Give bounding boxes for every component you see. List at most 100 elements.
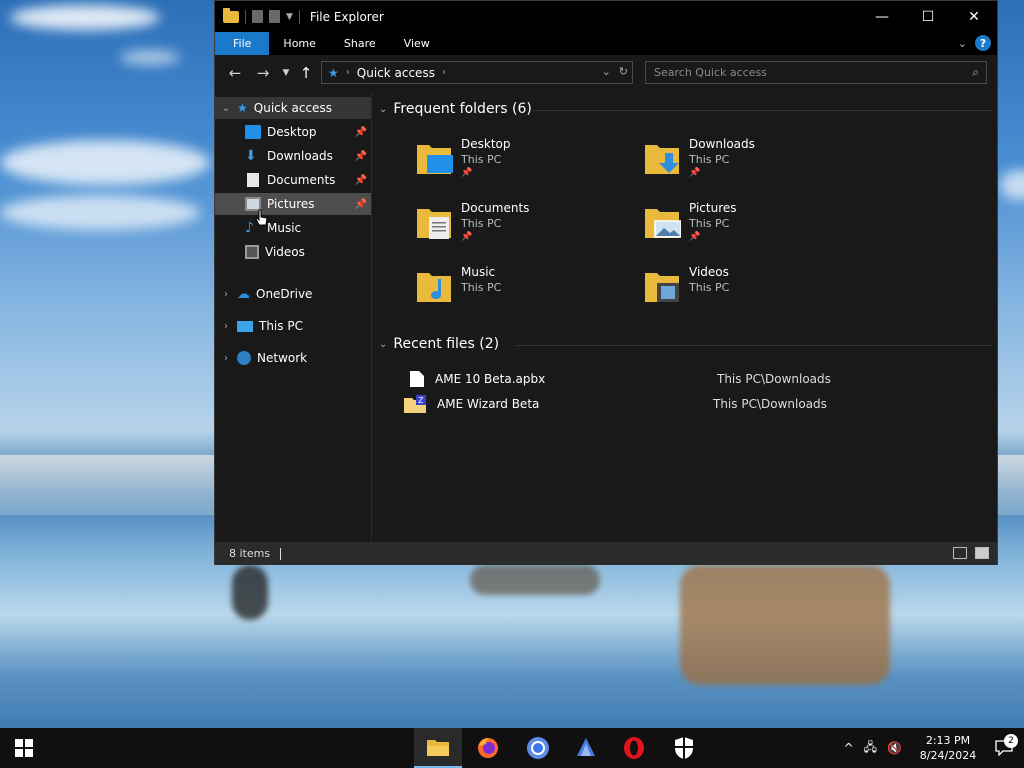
taskbar-chrome[interactable] <box>514 728 562 768</box>
navigation-bar: ← → ▼ ↑ ★ › Quick access › ⌄ ↻ ⌕ <box>215 55 997 91</box>
nav-label: Downloads <box>267 149 333 163</box>
nav-label: This PC <box>259 319 303 333</box>
folder-tile-music[interactable]: Music This PC <box>415 263 635 319</box>
taskbar-opera[interactable] <box>610 728 658 768</box>
app-icon <box>577 738 595 756</box>
nav-item-pictures[interactable]: Pictures 📌 <box>215 193 371 215</box>
title-bar[interactable]: ▼ File Explorer — ☐ ✕ <box>215 1 997 32</box>
minimize-button[interactable]: — <box>859 1 905 32</box>
chevron-down-icon[interactable]: ⌄ <box>379 339 387 350</box>
music-folder-icon <box>417 273 451 302</box>
chrome-icon <box>527 737 549 759</box>
security-icon <box>675 737 693 759</box>
folder-location: This PC <box>461 153 502 166</box>
search-icon[interactable]: ⌕ <box>972 65 979 80</box>
folder-tile-downloads[interactable]: Downloads This PC 📌 <box>643 135 863 191</box>
chevron-down-icon[interactable]: ⌄ <box>379 104 387 115</box>
taskbar-file-explorer[interactable] <box>414 728 462 768</box>
nav-label: Pictures <box>267 197 315 211</box>
new-folder-icon[interactable] <box>269 10 280 23</box>
window-title: File Explorer <box>309 9 384 24</box>
folder-name: Downloads <box>689 137 755 151</box>
clock[interactable]: 2:13 PM 8/24/2024 <box>912 733 984 763</box>
recent-locations-icon[interactable]: ▼ <box>277 68 295 78</box>
address-bar[interactable]: ★ › Quick access › ⌄ ↻ <box>321 61 633 84</box>
nav-this-pc[interactable]: › This PC <box>215 315 371 337</box>
pin-icon: 📌 <box>354 150 367 162</box>
clock-time: 2:13 PM <box>925 734 971 747</box>
up-arrow-icon[interactable]: ↑ <box>295 64 317 82</box>
mouse-cursor-icon <box>255 209 269 227</box>
address-path[interactable]: Quick access <box>357 66 435 80</box>
toolbar-divider <box>245 9 246 24</box>
pin-icon: 📌 <box>354 174 367 186</box>
search-box[interactable]: ⌕ <box>645 61 987 84</box>
properties-icon[interactable] <box>252 10 263 23</box>
taskbar-security[interactable] <box>660 728 708 768</box>
back-arrow-icon[interactable]: ← <box>221 64 249 82</box>
nav-onedrive[interactable]: › ☁ OneDrive <box>215 283 371 305</box>
expand-ribbon-icon[interactable]: ⌄ <box>958 37 967 50</box>
close-button[interactable]: ✕ <box>951 1 997 32</box>
tab-file[interactable]: File <box>215 32 270 55</box>
taskbar-firefox[interactable] <box>464 728 512 768</box>
taskbar-app[interactable] <box>562 728 610 768</box>
network-icon <box>237 351 251 365</box>
nav-network[interactable]: › Network <box>215 347 371 369</box>
large-icons-view-icon[interactable] <box>975 547 989 559</box>
folder-tile-documents[interactable]: Documents This PC 📌 <box>415 199 635 255</box>
file-explorer-icon <box>427 740 449 756</box>
nav-quick-access[interactable]: ⌄ ★ Quick access <box>215 97 371 119</box>
windows-logo-icon <box>15 739 33 757</box>
nav-label: Documents <box>267 173 336 187</box>
recent-files-header[interactable]: ⌄ Recent files (2) <box>379 336 499 352</box>
folder-name: Music <box>461 265 496 279</box>
notification-count-badge: 2 <box>1004 734 1018 748</box>
show-hidden-icons-icon[interactable]: ^ <box>844 741 854 755</box>
nav-item-videos[interactable]: Videos <box>215 241 371 263</box>
tab-view[interactable]: View <box>390 32 444 55</box>
chevron-right-icon[interactable]: › <box>215 289 237 300</box>
chevron-right-icon[interactable]: › <box>215 353 237 364</box>
documents-icon <box>247 173 259 187</box>
chevron-down-icon[interactable]: ⌄ <box>215 103 237 114</box>
network-status-icon[interactable]: 🖧 <box>864 738 877 759</box>
star-icon: ★ <box>237 101 248 115</box>
nav-item-desktop[interactable]: Desktop 📌 <box>215 121 371 143</box>
customize-toolbar-icon[interactable]: ▼ <box>286 12 293 22</box>
computer-icon <box>237 320 253 332</box>
recent-file-row[interactable]: Z AME Wizard Beta This PC\Downloads <box>403 393 963 415</box>
section-divider <box>515 345 993 346</box>
address-dropdown-icon[interactable]: ⌄ <box>602 65 611 78</box>
search-input[interactable] <box>646 62 956 83</box>
folder-tile-desktop[interactable]: Desktop This PC 📌 <box>415 135 635 191</box>
chevron-right-icon[interactable]: › <box>215 321 237 332</box>
nav-label: OneDrive <box>256 287 313 301</box>
help-button[interactable]: ? <box>975 35 991 51</box>
start-button[interactable] <box>0 728 48 768</box>
volume-muted-icon[interactable]: 🔇 <box>887 741 902 755</box>
chevron-right-icon[interactable]: › <box>442 67 446 78</box>
refresh-icon[interactable]: ↻ <box>619 65 628 78</box>
nav-label: Quick access <box>253 101 332 115</box>
forward-arrow-icon[interactable]: → <box>249 64 277 82</box>
documents-folder-icon <box>417 209 451 239</box>
notification-center-button[interactable]: 2 <box>984 734 1024 756</box>
nav-item-downloads[interactable]: ⬇ Downloads 📌 <box>215 145 371 167</box>
tab-home[interactable]: Home <box>269 32 329 55</box>
zip-folder-icon: Z <box>404 395 426 413</box>
nav-label: Videos <box>265 245 305 259</box>
folder-tile-pictures[interactable]: Pictures This PC 📌 <box>643 199 863 255</box>
nav-item-music[interactable]: ♪ Music <box>215 217 371 239</box>
folder-tile-videos[interactable]: Videos This PC <box>643 263 863 319</box>
maximize-button[interactable]: ☐ <box>905 1 951 32</box>
tab-share[interactable]: Share <box>330 32 390 55</box>
details-view-icon[interactable] <box>953 547 967 559</box>
file-icon <box>410 371 424 387</box>
frequent-folders-header[interactable]: ⌄ Frequent folders (6) <box>379 101 532 117</box>
recent-file-row[interactable]: AME 10 Beta.apbx This PC\Downloads <box>409 368 969 390</box>
toolbar-divider <box>298 9 300 24</box>
desktop-icon <box>245 125 261 139</box>
nav-item-documents[interactable]: Documents 📌 <box>215 169 371 191</box>
folder-location: This PC <box>461 217 502 230</box>
